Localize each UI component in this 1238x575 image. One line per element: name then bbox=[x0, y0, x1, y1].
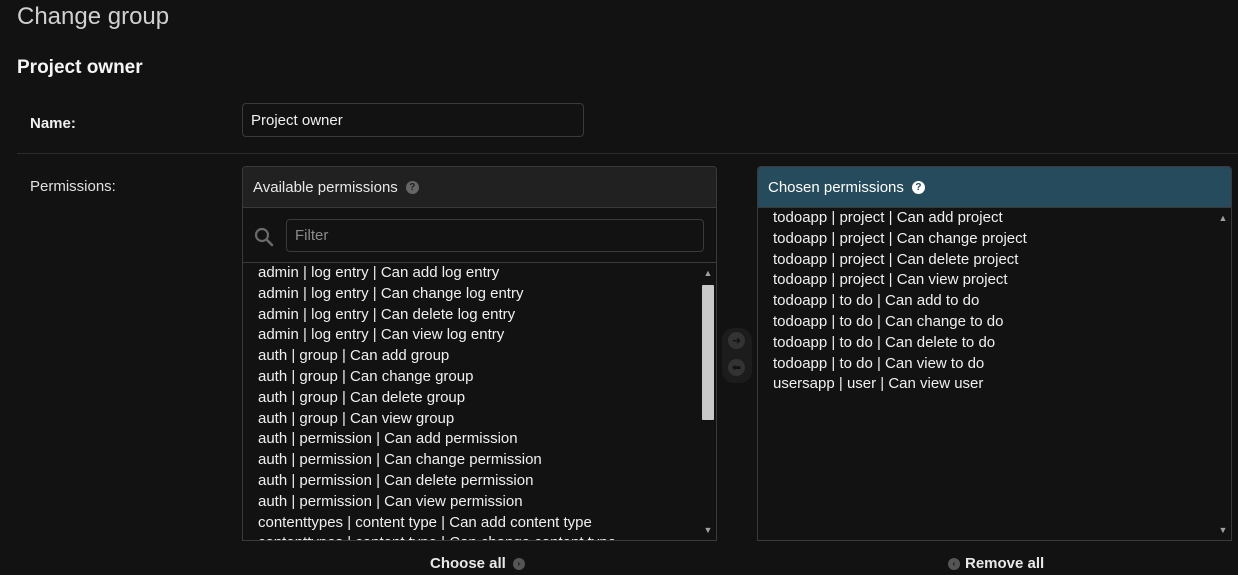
fieldset-title: Project owner bbox=[17, 57, 143, 78]
permission-option[interactable]: todoapp | project | Can add project bbox=[773, 208, 1215, 229]
remove-all-label: Remove all bbox=[965, 555, 1045, 572]
permission-option[interactable]: auth | group | Can change group bbox=[258, 367, 700, 388]
permission-option[interactable]: todoapp | project | Can change project bbox=[773, 229, 1215, 250]
permission-option[interactable]: usersapp | user | Can view user bbox=[773, 374, 1215, 395]
scroll-thumb[interactable] bbox=[702, 285, 714, 420]
search-icon bbox=[254, 227, 274, 247]
help-icon[interactable]: ? bbox=[911, 180, 925, 194]
choose-all-label: Choose all bbox=[430, 555, 506, 572]
scroll-up-arrow-icon[interactable]: ▲ bbox=[700, 265, 716, 281]
arrow-left-circle-icon: ‹ bbox=[948, 557, 960, 570]
permission-option[interactable]: todoapp | to do | Can change to do bbox=[773, 312, 1215, 333]
chosen-scrollbar[interactable]: ▲ ▼ bbox=[1215, 208, 1231, 540]
arrow-right-circle-icon: › bbox=[512, 557, 525, 570]
chosen-permissions-header: Chosen permissions ? bbox=[758, 167, 1231, 208]
permission-option[interactable]: contenttypes | content type | Can change… bbox=[258, 533, 700, 540]
chosen-permissions-selector: Chosen permissions ? todoapp | project |… bbox=[757, 166, 1232, 541]
permission-option[interactable]: admin | log entry | Can delete log entry bbox=[258, 305, 700, 326]
permission-option[interactable]: todoapp | to do | Can view to do bbox=[773, 354, 1215, 375]
available-permissions-title: Available permissions bbox=[253, 178, 398, 196]
chosen-permissions-title: Chosen permissions bbox=[768, 178, 904, 196]
permission-option[interactable]: todoapp | project | Can delete project bbox=[773, 250, 1215, 271]
name-input[interactable] bbox=[242, 103, 584, 137]
available-scrollbar[interactable]: ▲ ▼ bbox=[700, 263, 716, 540]
permission-option[interactable]: auth | group | Can add group bbox=[258, 346, 700, 367]
permission-option[interactable]: auth | permission | Can view permission bbox=[258, 492, 700, 513]
permission-option[interactable]: auth | permission | Can change permissio… bbox=[258, 450, 700, 471]
row-divider bbox=[17, 153, 1238, 154]
page-title: Change group bbox=[17, 3, 170, 30]
scroll-up-arrow-icon[interactable]: ▲ bbox=[1215, 210, 1231, 226]
permission-option[interactable]: contenttypes | content type | Can add co… bbox=[258, 513, 700, 534]
permission-option[interactable]: admin | log entry | Can view log entry bbox=[258, 325, 700, 346]
arrow-left-circle-icon[interactable]: ⬅ bbox=[728, 359, 745, 376]
permission-option[interactable]: todoapp | to do | Can add to do bbox=[773, 291, 1215, 312]
permission-option[interactable]: auth | group | Can view group bbox=[258, 409, 700, 430]
available-permissions-header: Available permissions ? bbox=[243, 167, 716, 208]
permission-option[interactable]: auth | permission | Can add permission bbox=[258, 429, 700, 450]
permission-option[interactable]: todoapp | project | Can view project bbox=[773, 270, 1215, 291]
remove-all-button[interactable]: ‹ Remove all bbox=[948, 555, 1044, 572]
choose-all-button[interactable]: Choose all › bbox=[430, 555, 525, 572]
permission-option[interactable]: auth | group | Can delete group bbox=[258, 388, 700, 409]
name-label: Name: bbox=[30, 115, 76, 132]
arrow-right-circle-icon[interactable]: ➜ bbox=[728, 332, 745, 349]
scroll-down-arrow-icon[interactable]: ▼ bbox=[700, 522, 716, 538]
permission-option[interactable]: todoapp | to do | Can delete to do bbox=[773, 333, 1215, 354]
selector-mover: ➜ ⬅ bbox=[722, 328, 752, 383]
chosen-permissions-list[interactable]: todoapp | project | Can add project todoa… bbox=[758, 208, 1215, 540]
available-permissions-selector: Available permissions ? admin | log entr… bbox=[242, 166, 717, 541]
help-icon[interactable]: ? bbox=[405, 180, 419, 194]
filter-bar bbox=[243, 208, 716, 263]
permission-option[interactable]: admin | log entry | Can change log entry bbox=[258, 284, 700, 305]
filter-input[interactable] bbox=[286, 219, 704, 252]
permissions-label: Permissions: bbox=[30, 178, 116, 195]
available-permissions-list[interactable]: admin | log entry | Can add log entry adm… bbox=[243, 263, 700, 540]
permission-option[interactable]: admin | log entry | Can add log entry bbox=[258, 263, 700, 284]
scroll-down-arrow-icon[interactable]: ▼ bbox=[1215, 522, 1231, 538]
permission-option[interactable]: auth | permission | Can delete permissio… bbox=[258, 471, 700, 492]
